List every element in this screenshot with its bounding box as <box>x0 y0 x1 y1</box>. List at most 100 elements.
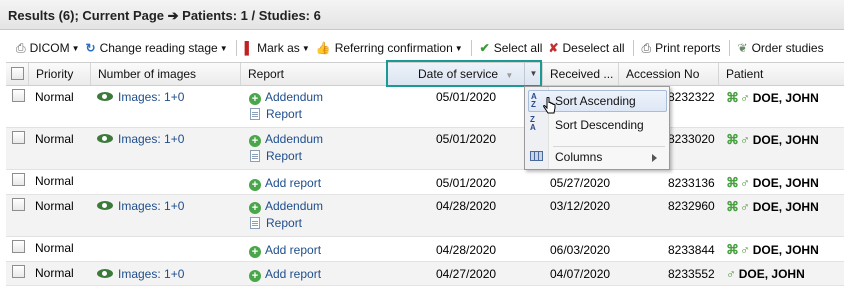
patient-cell[interactable]: ⌘♂ DOE, JOHN <box>726 132 819 148</box>
bookmark-icon: ▌ <box>244 41 254 55</box>
check-icon: ✔ <box>479 41 490 55</box>
addendum-link[interactable]: + Addendum <box>249 90 323 105</box>
referring-label: Referring confirmation <box>334 41 453 55</box>
row-checkbox[interactable] <box>12 240 25 256</box>
chevron-down-icon: ▼ <box>219 43 228 53</box>
patient-name: DOE, JOHN <box>752 133 819 147</box>
sort-descending-label: Sort Descending <box>555 118 644 132</box>
row-checkbox[interactable] <box>12 198 25 214</box>
addendum-link[interactable]: + Addendum <box>249 199 323 214</box>
columns-item[interactable]: Columns <box>528 146 667 168</box>
accession-cell: 8233552 <box>668 267 715 281</box>
document-icon <box>250 150 260 162</box>
table-row[interactable]: Normal Images: 1+0 + Addendum Report 04/2… <box>6 195 844 237</box>
chevron-down-icon: ▼ <box>454 43 463 53</box>
header-report[interactable]: Report <box>240 63 387 85</box>
patient-cell[interactable]: ⌘♂ DOE, JOHN <box>726 242 819 258</box>
row-checkbox[interactable] <box>12 131 25 147</box>
row-checkbox[interactable] <box>12 265 25 281</box>
table-row[interactable]: Normal + Add report 05/01/2020 05/27/2020… <box>6 170 844 195</box>
images-link[interactable]: Images: 1+0 <box>97 132 184 146</box>
male-icon: ♂ <box>740 132 750 147</box>
images-link[interactable]: Images: 1+0 <box>97 199 184 213</box>
deselect-all-button[interactable]: ✘ Deselect all <box>545 38 627 58</box>
add-icon: + <box>249 202 261 214</box>
row-checkbox[interactable] <box>12 89 25 105</box>
document-icon <box>250 108 260 120</box>
change-reading-stage-button[interactable]: ↻ Change reading stage ▼ <box>83 38 231 58</box>
add-icon: + <box>249 179 261 191</box>
date-of-service-highlight <box>386 60 542 87</box>
addendum-link[interactable]: + Addendum <box>249 132 323 147</box>
row-checkbox[interactable] <box>12 173 25 189</box>
patient-name: DOE, JOHN <box>752 200 819 214</box>
male-icon: ♂ <box>740 90 750 105</box>
priority-cell: Normal <box>35 266 74 280</box>
add-icon: + <box>249 246 261 258</box>
print-reports-button[interactable]: ⎙ Print reports <box>639 38 724 58</box>
images-label: Images: 1+0 <box>118 90 185 104</box>
report-label: Report <box>266 149 303 163</box>
mark-as-button[interactable]: ▌ Mark as ▼ <box>242 38 313 58</box>
report-label: Report <box>266 107 303 121</box>
header-patient[interactable]: Patient <box>718 63 844 85</box>
add-icon: + <box>249 135 261 147</box>
printer-icon: ⎙ <box>16 40 26 55</box>
columns-icon <box>530 151 543 161</box>
images-label: Images: 1+0 <box>118 267 185 281</box>
patient-status-icon: ⌘ <box>726 175 739 190</box>
order-studies-label: Order studies <box>751 41 824 55</box>
report-link[interactable]: Report <box>249 107 302 121</box>
select-all-button[interactable]: ✔ Select all <box>477 38 546 58</box>
toolbar-divider <box>235 40 237 56</box>
table-row[interactable]: Normal + Add report 04/28/2020 06/03/2020… <box>6 237 844 262</box>
table-row[interactable]: Normal Images: 1+0 + Addendum Report 05/0… <box>6 86 844 128</box>
patient-cell[interactable]: ⌘♂ DOE, JOHN <box>726 199 819 215</box>
patient-cell[interactable]: ⌘♂ DOE, JOHN <box>726 175 819 191</box>
patient-cell[interactable]: ♂ DOE, JOHN <box>726 266 805 281</box>
dicom-button[interactable]: ⎙ DICOM ▼ <box>13 38 83 58</box>
addendum-label: Addendum <box>265 199 324 213</box>
report-link[interactable]: Report <box>249 149 302 163</box>
header-priority[interactable]: Priority <box>28 63 90 85</box>
eye-icon <box>97 92 113 101</box>
received-cell: 06/03/2020 <box>550 243 611 257</box>
add-report-link[interactable]: + Add report <box>249 243 321 258</box>
table-row[interactable]: Normal Images: 1+0 + Addendum Report 05/0… <box>6 128 844 170</box>
header-select-all[interactable] <box>6 63 28 85</box>
add-report-label: Add report <box>265 267 322 281</box>
male-icon: ♂ <box>740 242 750 257</box>
eye-icon <box>97 269 113 278</box>
date-of-service-cell: 04/28/2020 <box>436 199 497 213</box>
chevron-down-icon: ▼ <box>301 43 310 53</box>
priority-cell: Normal <box>35 90 74 104</box>
sort-descending-icon: ZA <box>530 115 536 132</box>
patient-cell[interactable]: ⌘♂ DOE, JOHN <box>726 90 819 106</box>
images-link[interactable]: Images: 1+0 <box>97 90 184 104</box>
header-number-of-images[interactable]: Number of images <box>90 63 240 85</box>
header-received[interactable]: Received ... <box>542 63 618 85</box>
sort-descending-item[interactable]: ZA Sort Descending <box>528 114 667 136</box>
patient-status-icon: ⌘ <box>726 90 739 105</box>
select-all-checkbox[interactable] <box>11 67 24 80</box>
accession-cell: 8233844 <box>668 243 715 257</box>
header-accession[interactable]: Accession No <box>618 63 718 85</box>
images-link[interactable]: Images: 1+0 <box>97 267 184 281</box>
received-cell: 04/07/2020 <box>550 267 611 281</box>
add-report-link[interactable]: + Add report <box>249 176 321 191</box>
table-row[interactable]: Normal Images: 1+0 + Add report 04/27/202… <box>6 262 844 286</box>
hand-cursor-icon <box>543 97 556 114</box>
received-cell: 03/12/2020 <box>550 199 611 213</box>
deselect-icon: ✘ <box>548 41 559 55</box>
thumbs-up-icon: 👍 <box>315 41 331 55</box>
order-studies-button[interactable]: ❦ Order studies <box>735 38 827 58</box>
accession-cell: 8233136 <box>668 176 715 190</box>
patient-status-icon: ⌘ <box>726 132 739 147</box>
mark-as-label: Mark as <box>257 41 300 55</box>
male-icon: ♂ <box>740 175 750 190</box>
referring-confirmation-button[interactable]: 👍 Referring confirmation ▼ <box>313 38 466 58</box>
report-link[interactable]: Report <box>249 216 302 230</box>
addendum-label: Addendum <box>265 90 324 104</box>
add-report-link[interactable]: + Add report <box>249 267 321 282</box>
accession-cell: 8232960 <box>668 199 715 213</box>
